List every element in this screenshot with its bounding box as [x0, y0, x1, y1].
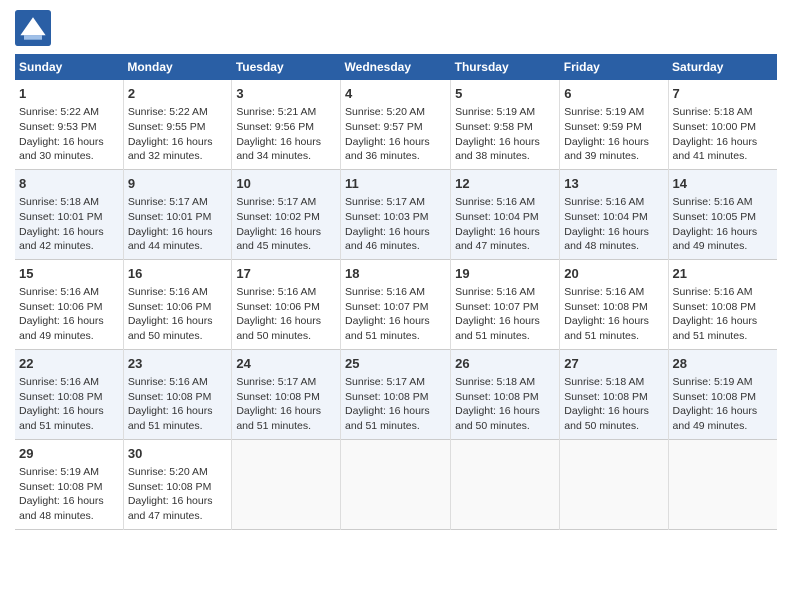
weekday-header: Friday	[560, 54, 668, 80]
day-number: 9	[128, 175, 228, 193]
day-number: 4	[345, 85, 446, 103]
weekday-header: Monday	[123, 54, 232, 80]
calendar-cell: 17Sunrise: 5:16 AMSunset: 10:06 PMDaylig…	[232, 259, 341, 349]
calendar-cell	[341, 439, 451, 529]
calendar-cell: 6Sunrise: 5:19 AMSunset: 9:59 PMDaylight…	[560, 80, 668, 169]
weekday-header: Tuesday	[232, 54, 341, 80]
day-number: 29	[19, 445, 119, 463]
weekday-header: Sunday	[15, 54, 123, 80]
day-number: 11	[345, 175, 446, 193]
day-number: 22	[19, 355, 119, 373]
calendar-cell: 9Sunrise: 5:17 AMSunset: 10:01 PMDayligh…	[123, 169, 232, 259]
calendar-cell: 2Sunrise: 5:22 AMSunset: 9:55 PMDaylight…	[123, 80, 232, 169]
day-number: 12	[455, 175, 555, 193]
calendar-cell: 14Sunrise: 5:16 AMSunset: 10:05 PMDaylig…	[668, 169, 777, 259]
day-number: 23	[128, 355, 228, 373]
calendar-cell: 19Sunrise: 5:16 AMSunset: 10:07 PMDaylig…	[451, 259, 560, 349]
day-number: 16	[128, 265, 228, 283]
day-number: 30	[128, 445, 228, 463]
calendar-cell: 13Sunrise: 5:16 AMSunset: 10:04 PMDaylig…	[560, 169, 668, 259]
calendar-week-row: 22Sunrise: 5:16 AMSunset: 10:08 PMDaylig…	[15, 349, 777, 439]
calendar-cell: 26Sunrise: 5:18 AMSunset: 10:08 PMDaylig…	[451, 349, 560, 439]
day-number: 8	[19, 175, 119, 193]
day-number: 20	[564, 265, 663, 283]
day-number: 2	[128, 85, 228, 103]
calendar-cell: 1Sunrise: 5:22 AMSunset: 9:53 PMDaylight…	[15, 80, 123, 169]
calendar-week-row: 29Sunrise: 5:19 AMSunset: 10:08 PMDaylig…	[15, 439, 777, 529]
day-number: 24	[236, 355, 336, 373]
calendar-cell: 30Sunrise: 5:20 AMSunset: 10:08 PMDaylig…	[123, 439, 232, 529]
calendar-week-row: 15Sunrise: 5:16 AMSunset: 10:06 PMDaylig…	[15, 259, 777, 349]
day-number: 5	[455, 85, 555, 103]
day-number: 19	[455, 265, 555, 283]
calendar-cell: 24Sunrise: 5:17 AMSunset: 10:08 PMDaylig…	[232, 349, 341, 439]
day-number: 28	[673, 355, 773, 373]
calendar-cell: 18Sunrise: 5:16 AMSunset: 10:07 PMDaylig…	[341, 259, 451, 349]
weekday-header: Thursday	[451, 54, 560, 80]
day-number: 21	[673, 265, 773, 283]
calendar-cell: 22Sunrise: 5:16 AMSunset: 10:08 PMDaylig…	[15, 349, 123, 439]
calendar-cell	[668, 439, 777, 529]
weekday-header: Saturday	[668, 54, 777, 80]
weekday-header: Wednesday	[341, 54, 451, 80]
calendar-cell: 11Sunrise: 5:17 AMSunset: 10:03 PMDaylig…	[341, 169, 451, 259]
calendar-cell: 5Sunrise: 5:19 AMSunset: 9:58 PMDaylight…	[451, 80, 560, 169]
calendar-cell: 25Sunrise: 5:17 AMSunset: 10:08 PMDaylig…	[341, 349, 451, 439]
day-number: 25	[345, 355, 446, 373]
day-number: 3	[236, 85, 336, 103]
calendar-cell: 29Sunrise: 5:19 AMSunset: 10:08 PMDaylig…	[15, 439, 123, 529]
logo	[15, 10, 57, 46]
day-number: 6	[564, 85, 663, 103]
calendar-container: SundayMondayTuesdayWednesdayThursdayFrid…	[0, 0, 792, 540]
calendar-cell: 16Sunrise: 5:16 AMSunset: 10:06 PMDaylig…	[123, 259, 232, 349]
calendar-cell: 27Sunrise: 5:18 AMSunset: 10:08 PMDaylig…	[560, 349, 668, 439]
day-number: 27	[564, 355, 663, 373]
calendar-cell	[560, 439, 668, 529]
calendar-cell: 20Sunrise: 5:16 AMSunset: 10:08 PMDaylig…	[560, 259, 668, 349]
calendar-cell	[451, 439, 560, 529]
day-number: 14	[673, 175, 773, 193]
day-number: 17	[236, 265, 336, 283]
calendar-cell: 3Sunrise: 5:21 AMSunset: 9:56 PMDaylight…	[232, 80, 341, 169]
calendar-cell: 12Sunrise: 5:16 AMSunset: 10:04 PMDaylig…	[451, 169, 560, 259]
day-number: 15	[19, 265, 119, 283]
day-number: 7	[673, 85, 773, 103]
calendar-week-row: 8Sunrise: 5:18 AMSunset: 10:01 PMDayligh…	[15, 169, 777, 259]
calendar-cell: 7Sunrise: 5:18 AMSunset: 10:00 PMDayligh…	[668, 80, 777, 169]
calendar-cell: 23Sunrise: 5:16 AMSunset: 10:08 PMDaylig…	[123, 349, 232, 439]
day-number: 13	[564, 175, 663, 193]
calendar-week-row: 1Sunrise: 5:22 AMSunset: 9:53 PMDaylight…	[15, 80, 777, 169]
day-number: 10	[236, 175, 336, 193]
header-row: SundayMondayTuesdayWednesdayThursdayFrid…	[15, 54, 777, 80]
calendar-table: SundayMondayTuesdayWednesdayThursdayFrid…	[15, 54, 777, 530]
calendar-cell	[232, 439, 341, 529]
day-number: 18	[345, 265, 446, 283]
logo-icon	[15, 10, 51, 46]
calendar-cell: 4Sunrise: 5:20 AMSunset: 9:57 PMDaylight…	[341, 80, 451, 169]
calendar-cell: 28Sunrise: 5:19 AMSunset: 10:08 PMDaylig…	[668, 349, 777, 439]
day-number: 1	[19, 85, 119, 103]
header	[15, 10, 777, 46]
calendar-cell: 15Sunrise: 5:16 AMSunset: 10:06 PMDaylig…	[15, 259, 123, 349]
calendar-cell: 10Sunrise: 5:17 AMSunset: 10:02 PMDaylig…	[232, 169, 341, 259]
day-number: 26	[455, 355, 555, 373]
calendar-cell: 21Sunrise: 5:16 AMSunset: 10:08 PMDaylig…	[668, 259, 777, 349]
calendar-cell: 8Sunrise: 5:18 AMSunset: 10:01 PMDayligh…	[15, 169, 123, 259]
